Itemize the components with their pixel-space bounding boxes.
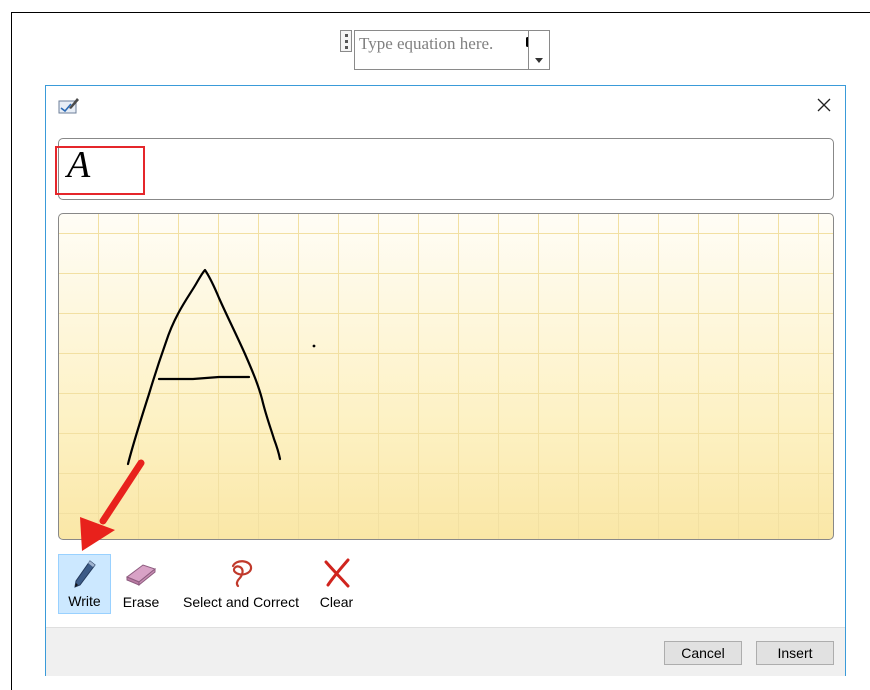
clear-x-icon bbox=[320, 557, 354, 592]
pen-toolbar: Write Erase Select and Correct Clear bbox=[58, 554, 834, 616]
equation-placeholder: Type equation here. bbox=[359, 34, 494, 53]
write-tool-label: Write bbox=[68, 593, 101, 609]
erase-tool[interactable]: Erase bbox=[116, 554, 166, 614]
write-tool[interactable]: Write bbox=[58, 554, 111, 614]
clear-tool[interactable]: Clear bbox=[314, 554, 359, 614]
dialog-footer: Cancel Insert bbox=[46, 627, 845, 676]
close-button[interactable] bbox=[810, 92, 838, 118]
erase-tool-label: Erase bbox=[122, 594, 160, 610]
pen-icon bbox=[70, 558, 100, 593]
select-and-correct-tool-label: Select and Correct bbox=[183, 594, 299, 610]
clear-tool-label: Clear bbox=[319, 594, 354, 610]
equation-options-dropdown[interactable] bbox=[528, 30, 550, 70]
math-input-icon bbox=[58, 96, 80, 119]
preview-text: A bbox=[67, 144, 91, 186]
handwritten-ink bbox=[126, 268, 316, 466]
eraser-icon bbox=[123, 557, 159, 590]
equation-handle-icon[interactable] bbox=[340, 30, 352, 52]
writing-pad[interactable] bbox=[58, 213, 834, 540]
document-border-left bbox=[11, 12, 12, 690]
equation-field[interactable]: Type equation here. bbox=[354, 30, 529, 70]
lasso-icon bbox=[224, 557, 258, 592]
insert-button[interactable]: Insert bbox=[756, 641, 834, 665]
cancel-button[interactable]: Cancel bbox=[664, 641, 742, 665]
preview-field: A bbox=[55, 138, 834, 200]
close-icon bbox=[817, 98, 831, 112]
math-input-dialog: A Write Erase Select and Correct Clear C… bbox=[45, 85, 846, 676]
document-border-top bbox=[11, 12, 870, 13]
select-and-correct-tool[interactable]: Select and Correct bbox=[171, 554, 311, 614]
chevron-down-icon bbox=[535, 58, 543, 63]
